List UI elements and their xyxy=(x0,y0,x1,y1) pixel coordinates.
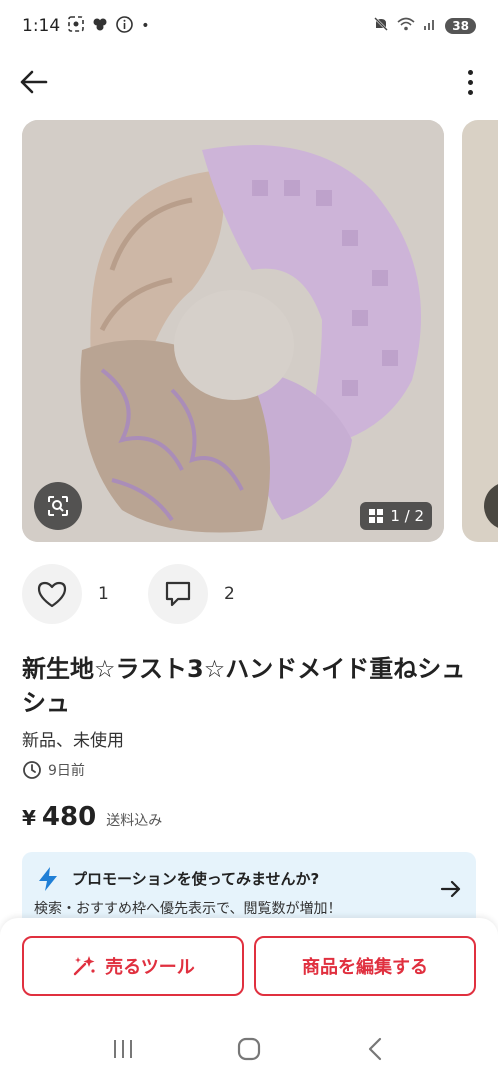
like-button[interactable] xyxy=(22,564,82,624)
home-button[interactable] xyxy=(229,1029,269,1069)
image-counter: 1 / 2 xyxy=(360,502,432,530)
system-navigation-bar xyxy=(0,1018,498,1080)
bottom-action-panel: 売るツール 商品を編集する xyxy=(0,918,498,1018)
product-condition: 新品、未使用 xyxy=(22,731,124,751)
grid-icon xyxy=(369,509,384,523)
price-value: 480 xyxy=(41,802,97,832)
lens-search-button[interactable] xyxy=(34,482,82,530)
bolt-icon xyxy=(36,866,60,896)
recents-button[interactable] xyxy=(103,1029,143,1069)
image-counter-text: 1 / 2 xyxy=(390,507,424,525)
comment-icon xyxy=(165,581,191,607)
system-back-button[interactable] xyxy=(355,1029,395,1069)
posted-time-text: 9日前 xyxy=(48,763,85,779)
comment-button[interactable] xyxy=(148,564,208,624)
lens-search-icon xyxy=(48,496,68,516)
promo-description: 検索・おすすめ枠へ優先表示で、閲覧数が増加！ xyxy=(34,901,342,917)
arrow-right-icon xyxy=(440,878,462,904)
product-title: 新生地☆ラスト3☆ハンドメイド重ねシュシュ xyxy=(22,655,466,717)
battery-indicator: 38 xyxy=(445,18,476,34)
home-icon xyxy=(237,1037,261,1061)
wifi-icon xyxy=(397,16,415,37)
likes-count: 1 xyxy=(98,584,109,604)
engagement-actions: 1 2 xyxy=(22,564,248,624)
price-row: ¥ 480 送料込み xyxy=(22,802,162,832)
signal-icon xyxy=(423,16,437,36)
screenshot-icon xyxy=(68,16,84,36)
sell-tool-button[interactable]: 売るツール xyxy=(22,936,244,996)
next-photo-lens-button xyxy=(484,482,498,530)
status-bar: 1:14 • 38 xyxy=(0,0,498,52)
app-bar xyxy=(0,52,498,110)
status-time: 1:14 xyxy=(22,16,61,36)
status-dot: • xyxy=(141,18,150,34)
price-currency: ¥ xyxy=(22,806,36,830)
back-button[interactable] xyxy=(18,66,50,98)
sparkle-icon xyxy=(73,956,95,976)
info-icon xyxy=(116,15,133,37)
product-photo[interactable]: 1 / 2 xyxy=(22,120,444,542)
next-photo-preview[interactable] xyxy=(462,120,498,542)
edit-item-label: 商品を編集する xyxy=(302,957,428,978)
heart-icon xyxy=(37,581,67,608)
sell-tool-label: 売るツール xyxy=(105,957,195,978)
edit-item-button[interactable]: 商品を編集する xyxy=(254,936,476,996)
app-notification-icon xyxy=(92,16,108,36)
image-carousel[interactable]: 1 / 2 xyxy=(22,120,498,542)
recents-icon xyxy=(114,1040,132,1058)
clock-icon xyxy=(23,761,41,779)
shipping-label: 送料込み xyxy=(106,813,163,829)
promo-title: プロモーションを使ってみませんか? xyxy=(72,870,320,888)
posted-time: 9日前 xyxy=(22,760,85,780)
comments-count: 2 xyxy=(224,584,235,604)
mute-icon xyxy=(373,16,389,37)
more-vert-icon xyxy=(467,69,473,75)
scrunchie-image xyxy=(22,120,444,542)
back-arrow-icon xyxy=(20,70,48,94)
back-icon xyxy=(368,1037,382,1061)
more-options-button[interactable] xyxy=(462,66,478,98)
